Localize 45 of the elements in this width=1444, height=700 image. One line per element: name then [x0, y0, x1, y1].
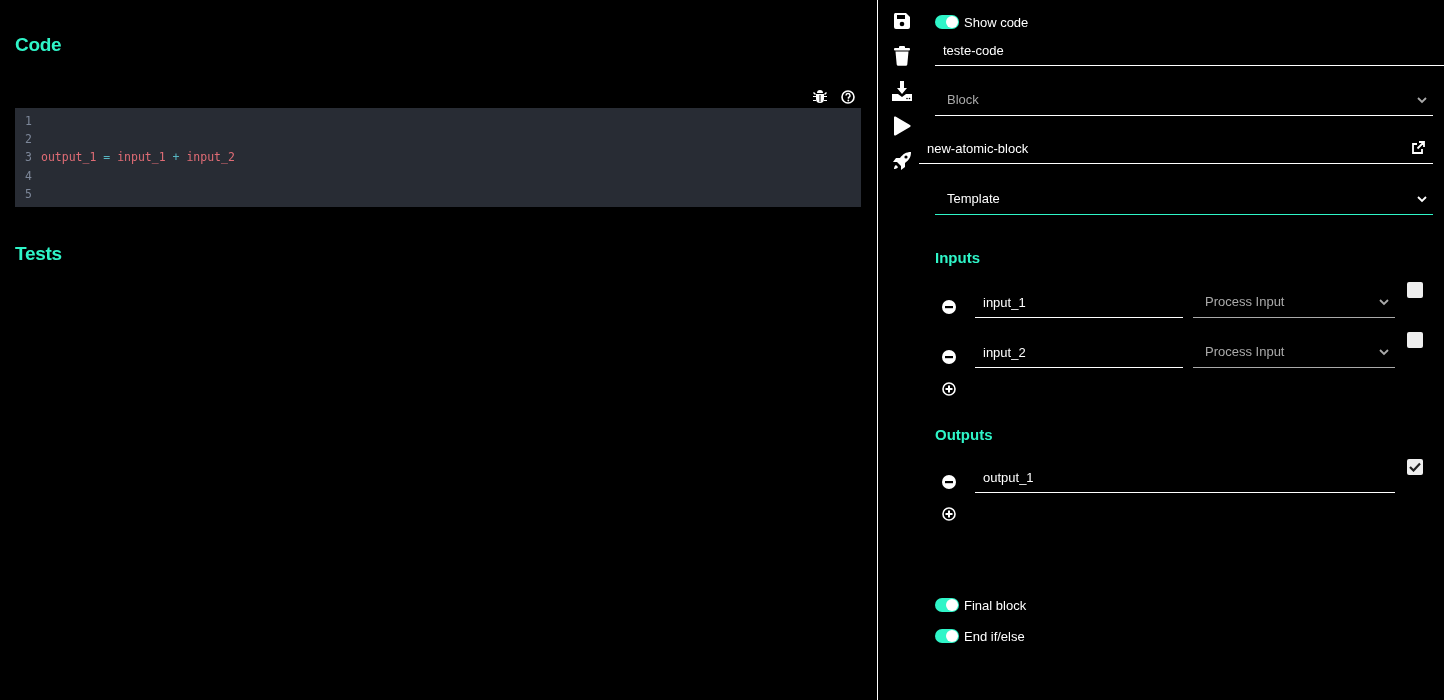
- dropdown-select[interactable]: Template: [935, 183, 1433, 215]
- section-title: Tests: [15, 242, 63, 265]
- minus-circle-icon[interactable]: [942, 350, 956, 364]
- dropdown-select[interactable]: Block: [935, 84, 1433, 116]
- chevron-down-icon: [1417, 97, 1427, 104]
- dropdown-select[interactable]: Process Input: [1193, 336, 1395, 368]
- section-title: Inputs: [935, 249, 981, 266]
- name-field[interactable]: output_1: [975, 463, 1395, 493]
- checkbox[interactable]: [1407, 459, 1423, 475]
- checkbox[interactable]: [1407, 282, 1423, 298]
- toggle-switch[interactable]: [935, 598, 959, 612]
- section-title: Code: [15, 33, 63, 56]
- block-name-field[interactable]: new-atomic-block: [919, 134, 1433, 164]
- line-number: 3: [24, 150, 33, 165]
- minus-circle-icon[interactable]: [942, 300, 956, 314]
- toggle-switch[interactable]: [935, 15, 959, 29]
- chevron-down-icon: [1379, 299, 1389, 306]
- chevron-down-icon: [1379, 349, 1389, 356]
- plus-circle-icon[interactable]: [942, 507, 956, 521]
- help-icon[interactable]: [841, 90, 855, 104]
- line-number: 1: [24, 114, 33, 129]
- dropdown-select[interactable]: Process Input: [1193, 286, 1395, 318]
- toggle-label: End if/else: [964, 628, 1025, 644]
- line-number: 2: [24, 132, 33, 147]
- save-icon[interactable]: [893, 12, 911, 30]
- bug-icon[interactable]: [813, 90, 827, 104]
- minus-circle-icon[interactable]: [942, 475, 956, 489]
- toggle-label: Show code: [964, 14, 1029, 30]
- checkbox[interactable]: [1407, 332, 1423, 348]
- toggle-label: Final block: [964, 597, 1027, 613]
- name-field[interactable]: input_2: [975, 338, 1183, 368]
- external-link-icon[interactable]: [1412, 140, 1425, 154]
- toggle-switch[interactable]: [935, 629, 959, 643]
- name-field[interactable]: input_1: [975, 288, 1183, 318]
- section-title: Outputs: [935, 426, 994, 443]
- play-icon[interactable]: [893, 116, 911, 136]
- line-number: 5: [24, 186, 33, 201]
- code-line: output_1 = input_1 + input_2: [41, 150, 235, 165]
- line-number: 4: [24, 168, 33, 183]
- name-field[interactable]: teste-code: [935, 36, 1444, 66]
- download-icon[interactable]: [892, 81, 912, 101]
- chevron-down-icon: [1417, 196, 1427, 203]
- plus-circle-icon[interactable]: [942, 382, 956, 396]
- rocket-icon[interactable]: [892, 151, 912, 171]
- trash-icon[interactable]: [893, 46, 911, 66]
